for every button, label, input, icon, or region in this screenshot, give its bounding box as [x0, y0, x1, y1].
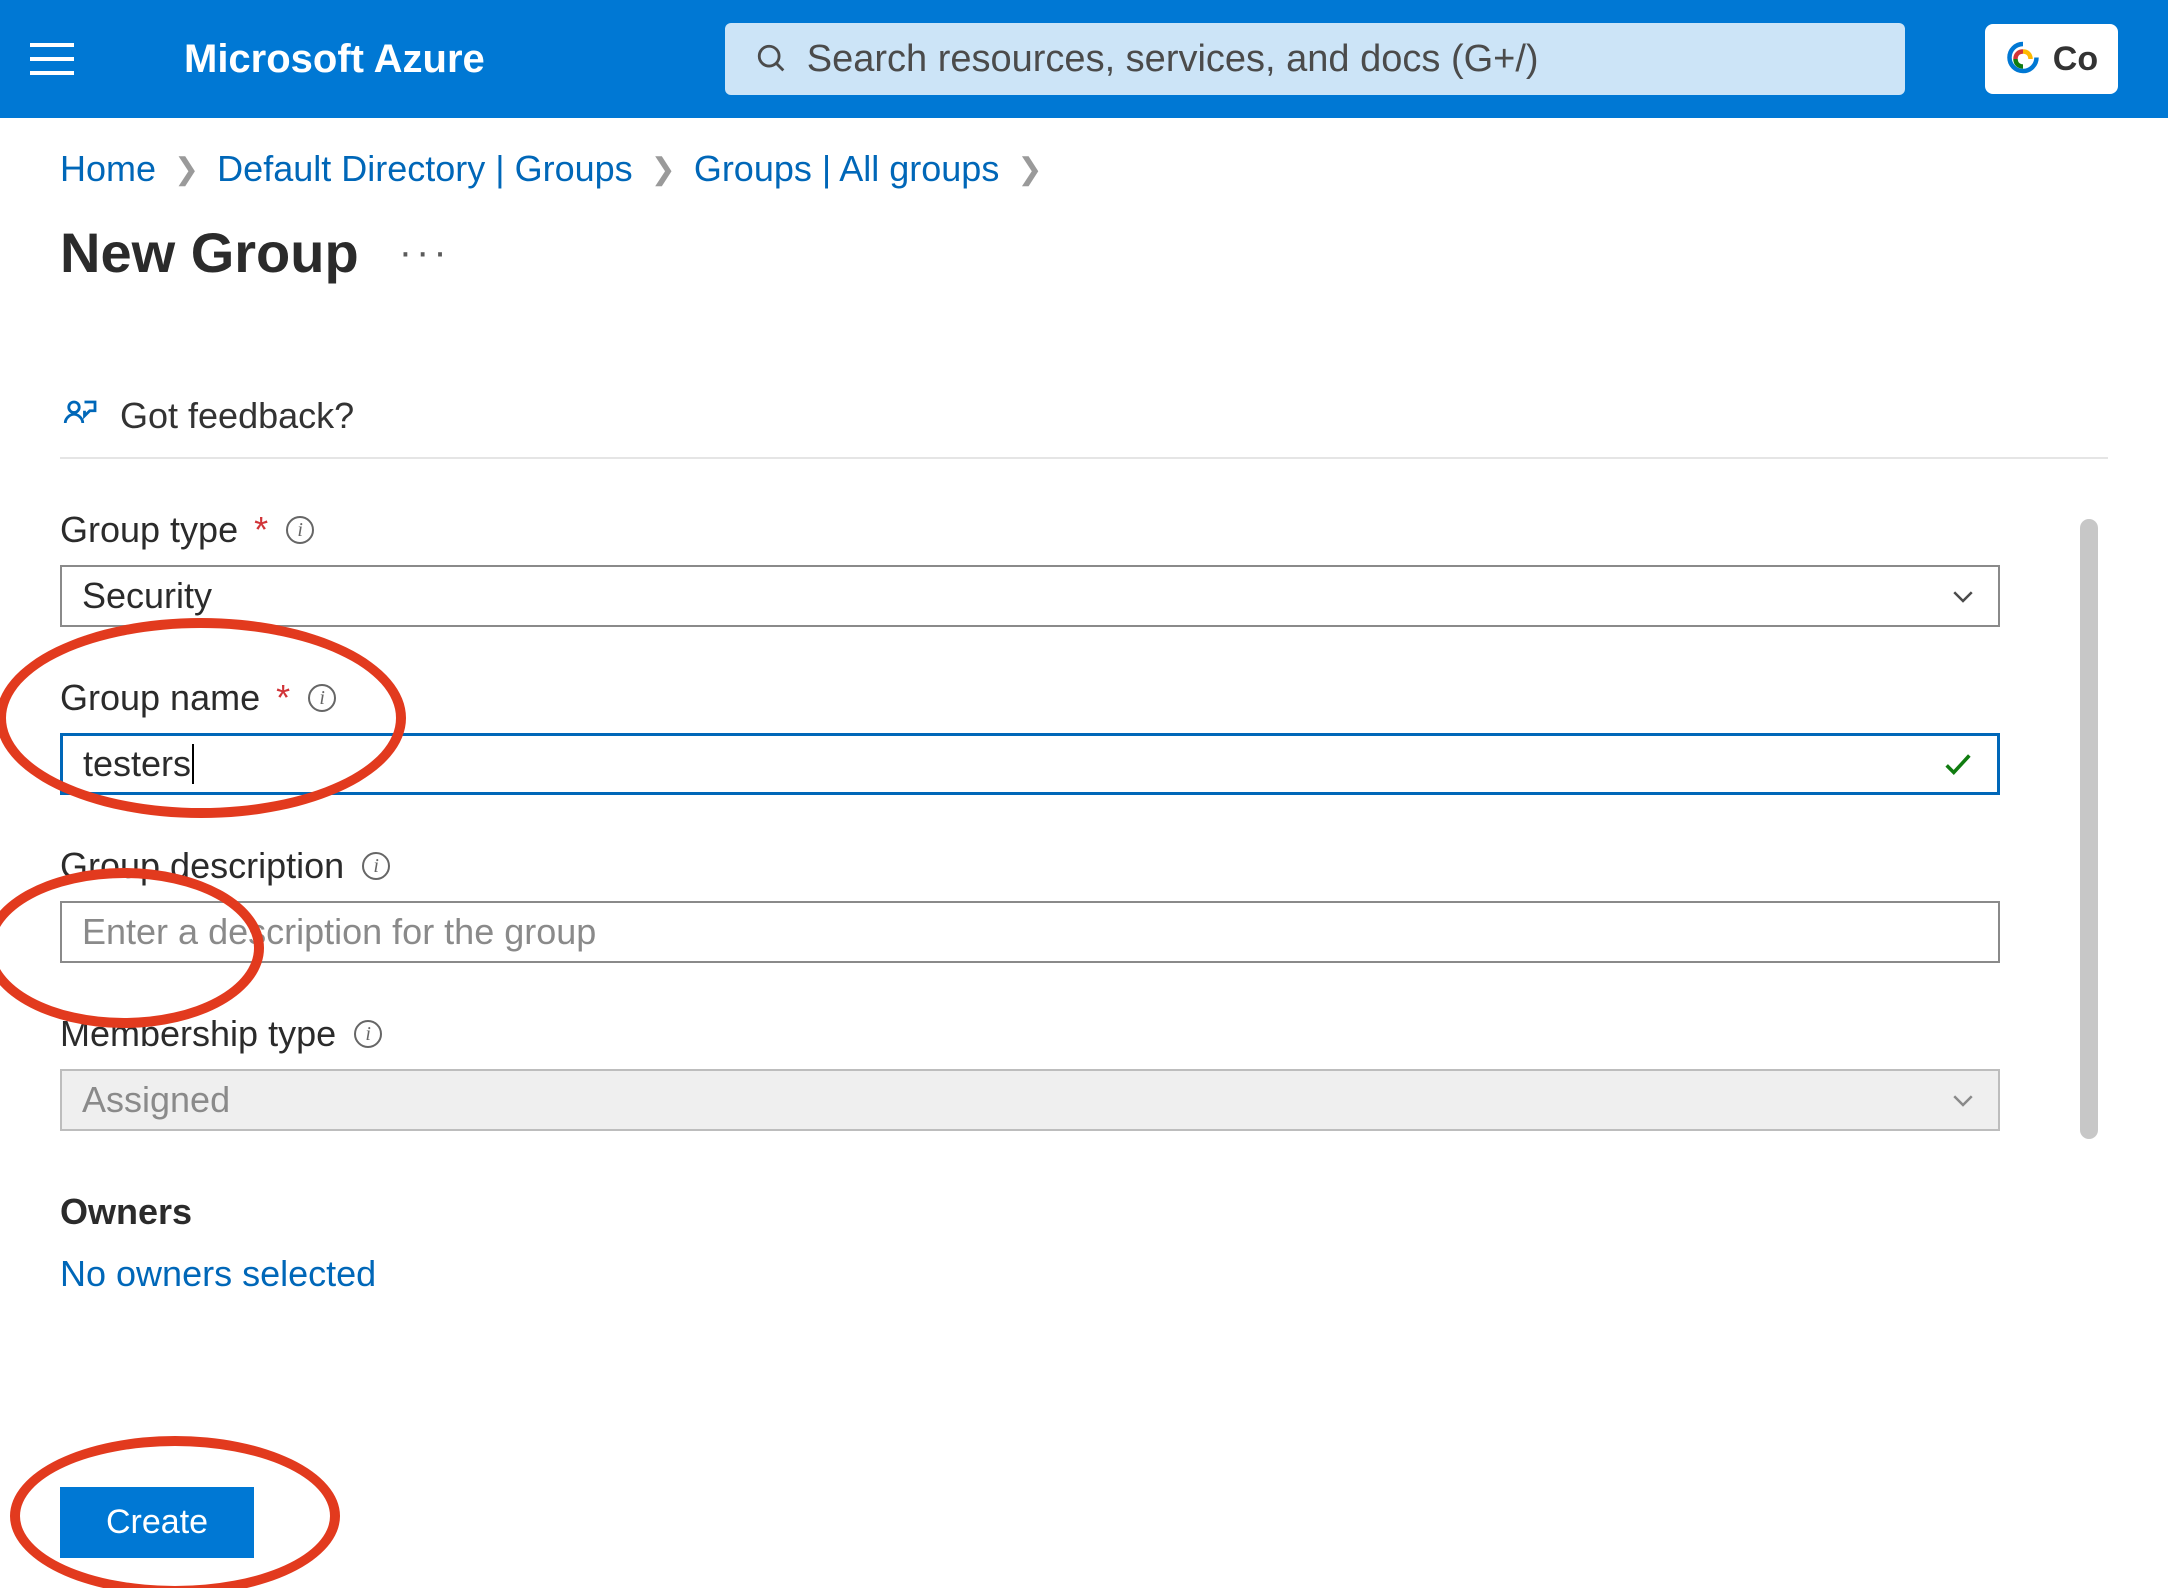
- feedback-icon: [60, 395, 102, 437]
- group-name-input-wrapper[interactable]: testers: [60, 733, 2000, 795]
- search-icon: [755, 42, 789, 76]
- breadcrumb: Home ❯ Default Directory | Groups ❯ Grou…: [60, 148, 2108, 190]
- scrollbar[interactable]: [2080, 519, 2098, 1139]
- owners-heading: Owners: [60, 1191, 2048, 1233]
- field-group-name: Group name * i testers: [60, 677, 2048, 795]
- info-icon[interactable]: i: [354, 1020, 382, 1048]
- group-description-input-wrapper[interactable]: [60, 901, 2000, 963]
- chevron-right-icon: ❯: [174, 152, 199, 187]
- membership-type-select[interactable]: Assigned: [60, 1069, 2000, 1131]
- group-description-input[interactable]: [82, 911, 1978, 953]
- chevron-down-icon: [1948, 1085, 1978, 1115]
- check-icon: [1941, 747, 1975, 781]
- required-indicator: *: [254, 509, 268, 551]
- group-description-label: Group description: [60, 845, 344, 887]
- group-type-select[interactable]: Security: [60, 565, 2000, 627]
- field-group-type: Group type * i Security: [60, 509, 2048, 627]
- group-type-value: Security: [82, 575, 212, 617]
- form-area: Group type * i Security Group name * i t…: [60, 509, 2108, 1295]
- breadcrumb-all-groups[interactable]: Groups | All groups: [694, 148, 1000, 190]
- page-title: New Group: [60, 220, 359, 285]
- info-icon[interactable]: i: [286, 516, 314, 544]
- hamburger-menu-icon[interactable]: [30, 32, 84, 86]
- chevron-right-icon: ❯: [1017, 152, 1042, 187]
- brand-label: Microsoft Azure: [184, 37, 485, 82]
- copilot-label: Co: [2053, 40, 2098, 79]
- info-icon[interactable]: i: [362, 852, 390, 880]
- breadcrumb-home[interactable]: Home: [60, 148, 156, 190]
- required-indicator: *: [276, 677, 290, 719]
- global-search-input[interactable]: [807, 38, 1875, 81]
- feedback-link[interactable]: Got feedback?: [120, 395, 354, 437]
- membership-type-label: Membership type: [60, 1013, 336, 1055]
- text-cursor: [192, 744, 194, 784]
- azure-top-bar: Microsoft Azure Co: [0, 0, 2168, 118]
- group-name-value: testers: [83, 743, 191, 785]
- info-icon[interactable]: i: [308, 684, 336, 712]
- copilot-icon: [2005, 41, 2041, 77]
- create-button[interactable]: Create: [60, 1487, 254, 1558]
- chevron-right-icon: ❯: [651, 152, 676, 187]
- chevron-down-icon: [1948, 581, 1978, 611]
- copilot-button[interactable]: Co: [1985, 24, 2118, 94]
- field-membership-type: Membership type i Assigned: [60, 1013, 2048, 1131]
- group-name-label: Group name: [60, 677, 260, 719]
- field-group-description: Group description i: [60, 845, 2048, 963]
- footer-gradient: [0, 1398, 2168, 1468]
- command-bar: Got feedback?: [60, 395, 2108, 457]
- membership-type-value: Assigned: [82, 1079, 230, 1121]
- owners-link[interactable]: No owners selected: [60, 1253, 376, 1295]
- page-content: Home ❯ Default Directory | Groups ❯ Grou…: [0, 118, 2168, 1588]
- group-type-label: Group type: [60, 509, 238, 551]
- breadcrumb-directory-groups[interactable]: Default Directory | Groups: [217, 148, 633, 190]
- more-actions-button[interactable]: ···: [399, 230, 451, 275]
- divider: [60, 457, 2108, 459]
- global-search[interactable]: [725, 23, 1905, 95]
